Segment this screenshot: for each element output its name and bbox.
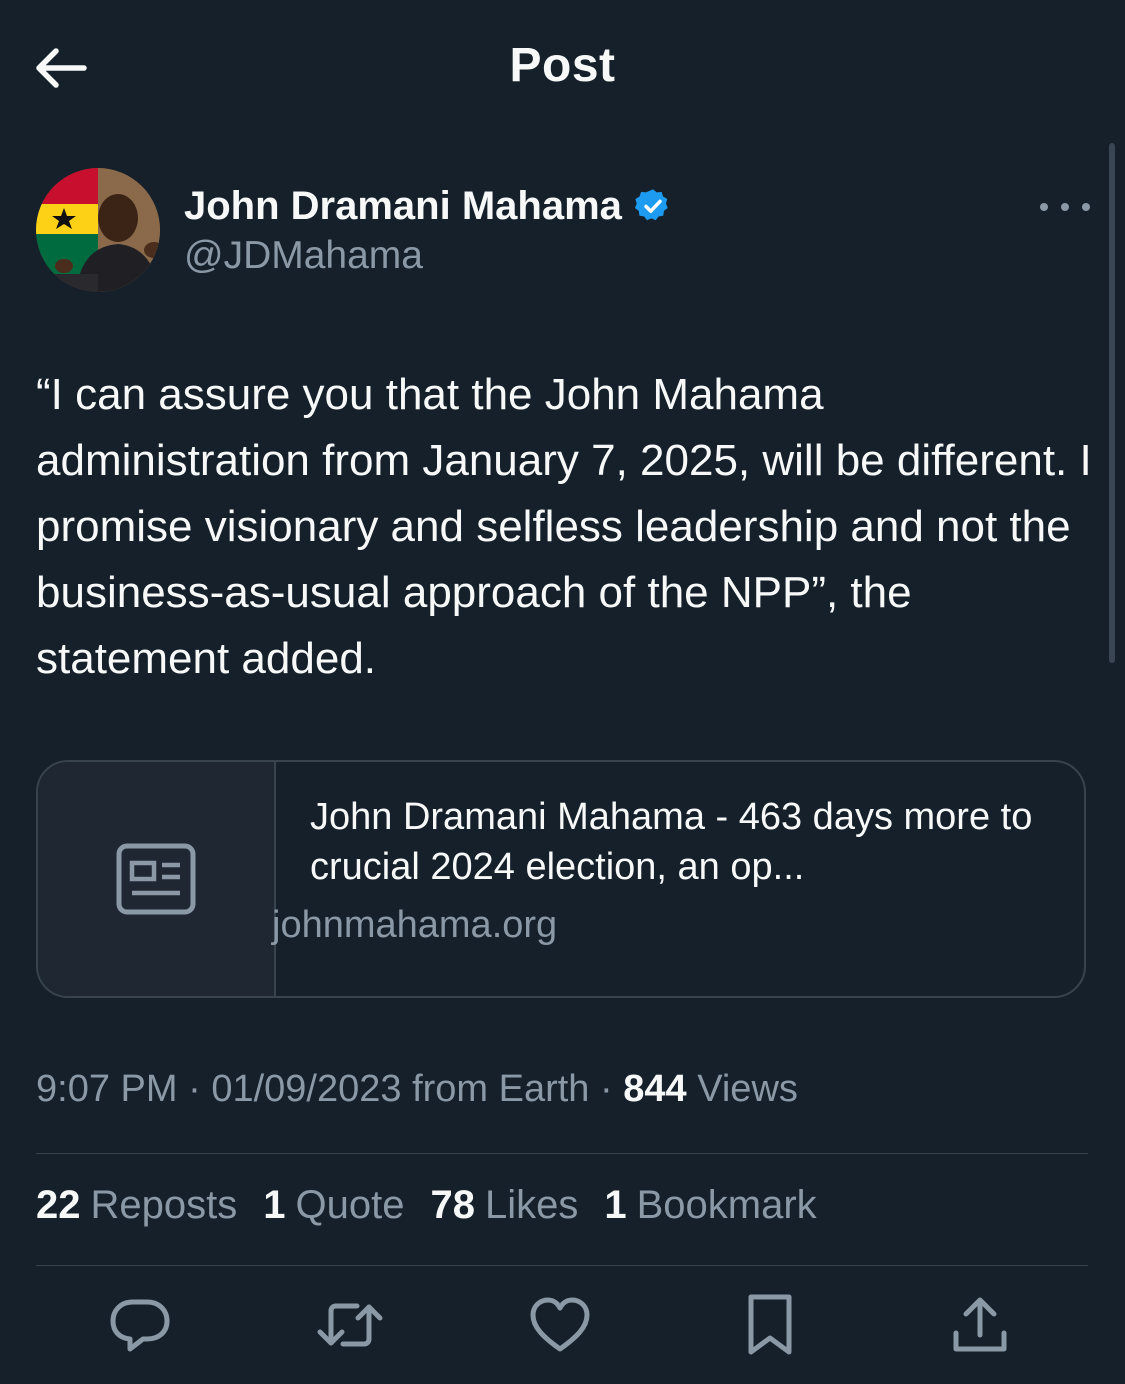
post-source: from Earth <box>412 1068 590 1110</box>
like-button[interactable] <box>525 1290 595 1360</box>
bookmark-button[interactable] <box>735 1290 805 1360</box>
more-dot-icon <box>1040 203 1048 211</box>
likes-label: Likes <box>484 1183 579 1227</box>
bookmark-icon <box>748 1294 792 1355</box>
heart-icon <box>530 1297 590 1352</box>
reply-icon <box>110 1299 170 1352</box>
divider <box>36 1153 1088 1154</box>
avatar-image <box>36 168 160 292</box>
views-count: 844 <box>623 1068 687 1110</box>
stat-likes[interactable]: 78 Likes <box>430 1183 578 1228</box>
page-title: Post <box>509 39 616 92</box>
author-name[interactable]: John Dramani Mahama <box>184 184 622 229</box>
quotes-count: 1 <box>263 1183 286 1227</box>
bookmarks-count: 1 <box>604 1183 627 1227</box>
repost-icon <box>317 1303 383 1347</box>
more-dot-icon <box>1082 203 1090 211</box>
link-card-domain[interactable]: johnmahama.org <box>272 904 557 947</box>
reposts-label: Reposts <box>90 1183 238 1227</box>
meta-separator: · <box>600 1068 624 1110</box>
meta-separator: · <box>188 1068 212 1110</box>
article-icon <box>116 843 196 915</box>
post-text: “I can assure you that the John Mahama a… <box>36 370 1092 683</box>
more-options-button[interactable] <box>1040 190 1090 224</box>
author-handle[interactable]: @JDMahama <box>184 234 423 278</box>
link-card[interactable]: John Dramani Mahama - 463 days more to c… <box>36 760 1086 998</box>
bookmarks-label: Bookmark <box>636 1183 817 1227</box>
post-time[interactable]: 9:07 PM <box>36 1068 178 1110</box>
link-card-title[interactable]: John Dramani Mahama - 463 days more to c… <box>310 792 1050 892</box>
divider <box>36 1265 1088 1266</box>
link-card-thumbnail <box>38 762 276 996</box>
reply-button[interactable] <box>105 1290 175 1360</box>
repost-button[interactable] <box>315 1290 385 1360</box>
share-button[interactable] <box>945 1290 1015 1360</box>
top-bar: Post <box>0 0 1125 135</box>
author-name-row[interactable]: John Dramani Mahama <box>184 180 672 232</box>
stat-bookmarks[interactable]: 1 Bookmark <box>604 1183 816 1228</box>
views-label: Views <box>697 1068 798 1110</box>
more-dot-icon <box>1061 203 1069 211</box>
action-bar <box>0 1290 1125 1360</box>
avatar[interactable] <box>36 168 160 292</box>
verified-badge-icon <box>634 189 668 221</box>
engagement-stats: 22 Reposts 1 Quote 78 Likes 1 Bookmark <box>36 1183 843 1228</box>
scrollbar[interactable] <box>1109 143 1115 663</box>
post-metadata: 9:07 PM · 01/09/2023 from Earth · 844 Vi… <box>36 1068 798 1111</box>
post-date[interactable]: 01/09/2023 <box>211 1068 401 1110</box>
stat-reposts[interactable]: 22 Reposts <box>36 1183 237 1228</box>
reposts-count: 22 <box>36 1183 81 1227</box>
stat-quotes[interactable]: 1 Quote <box>263 1183 404 1228</box>
share-icon <box>953 1297 1007 1352</box>
likes-count: 78 <box>430 1183 475 1227</box>
quotes-label: Quote <box>295 1183 405 1227</box>
